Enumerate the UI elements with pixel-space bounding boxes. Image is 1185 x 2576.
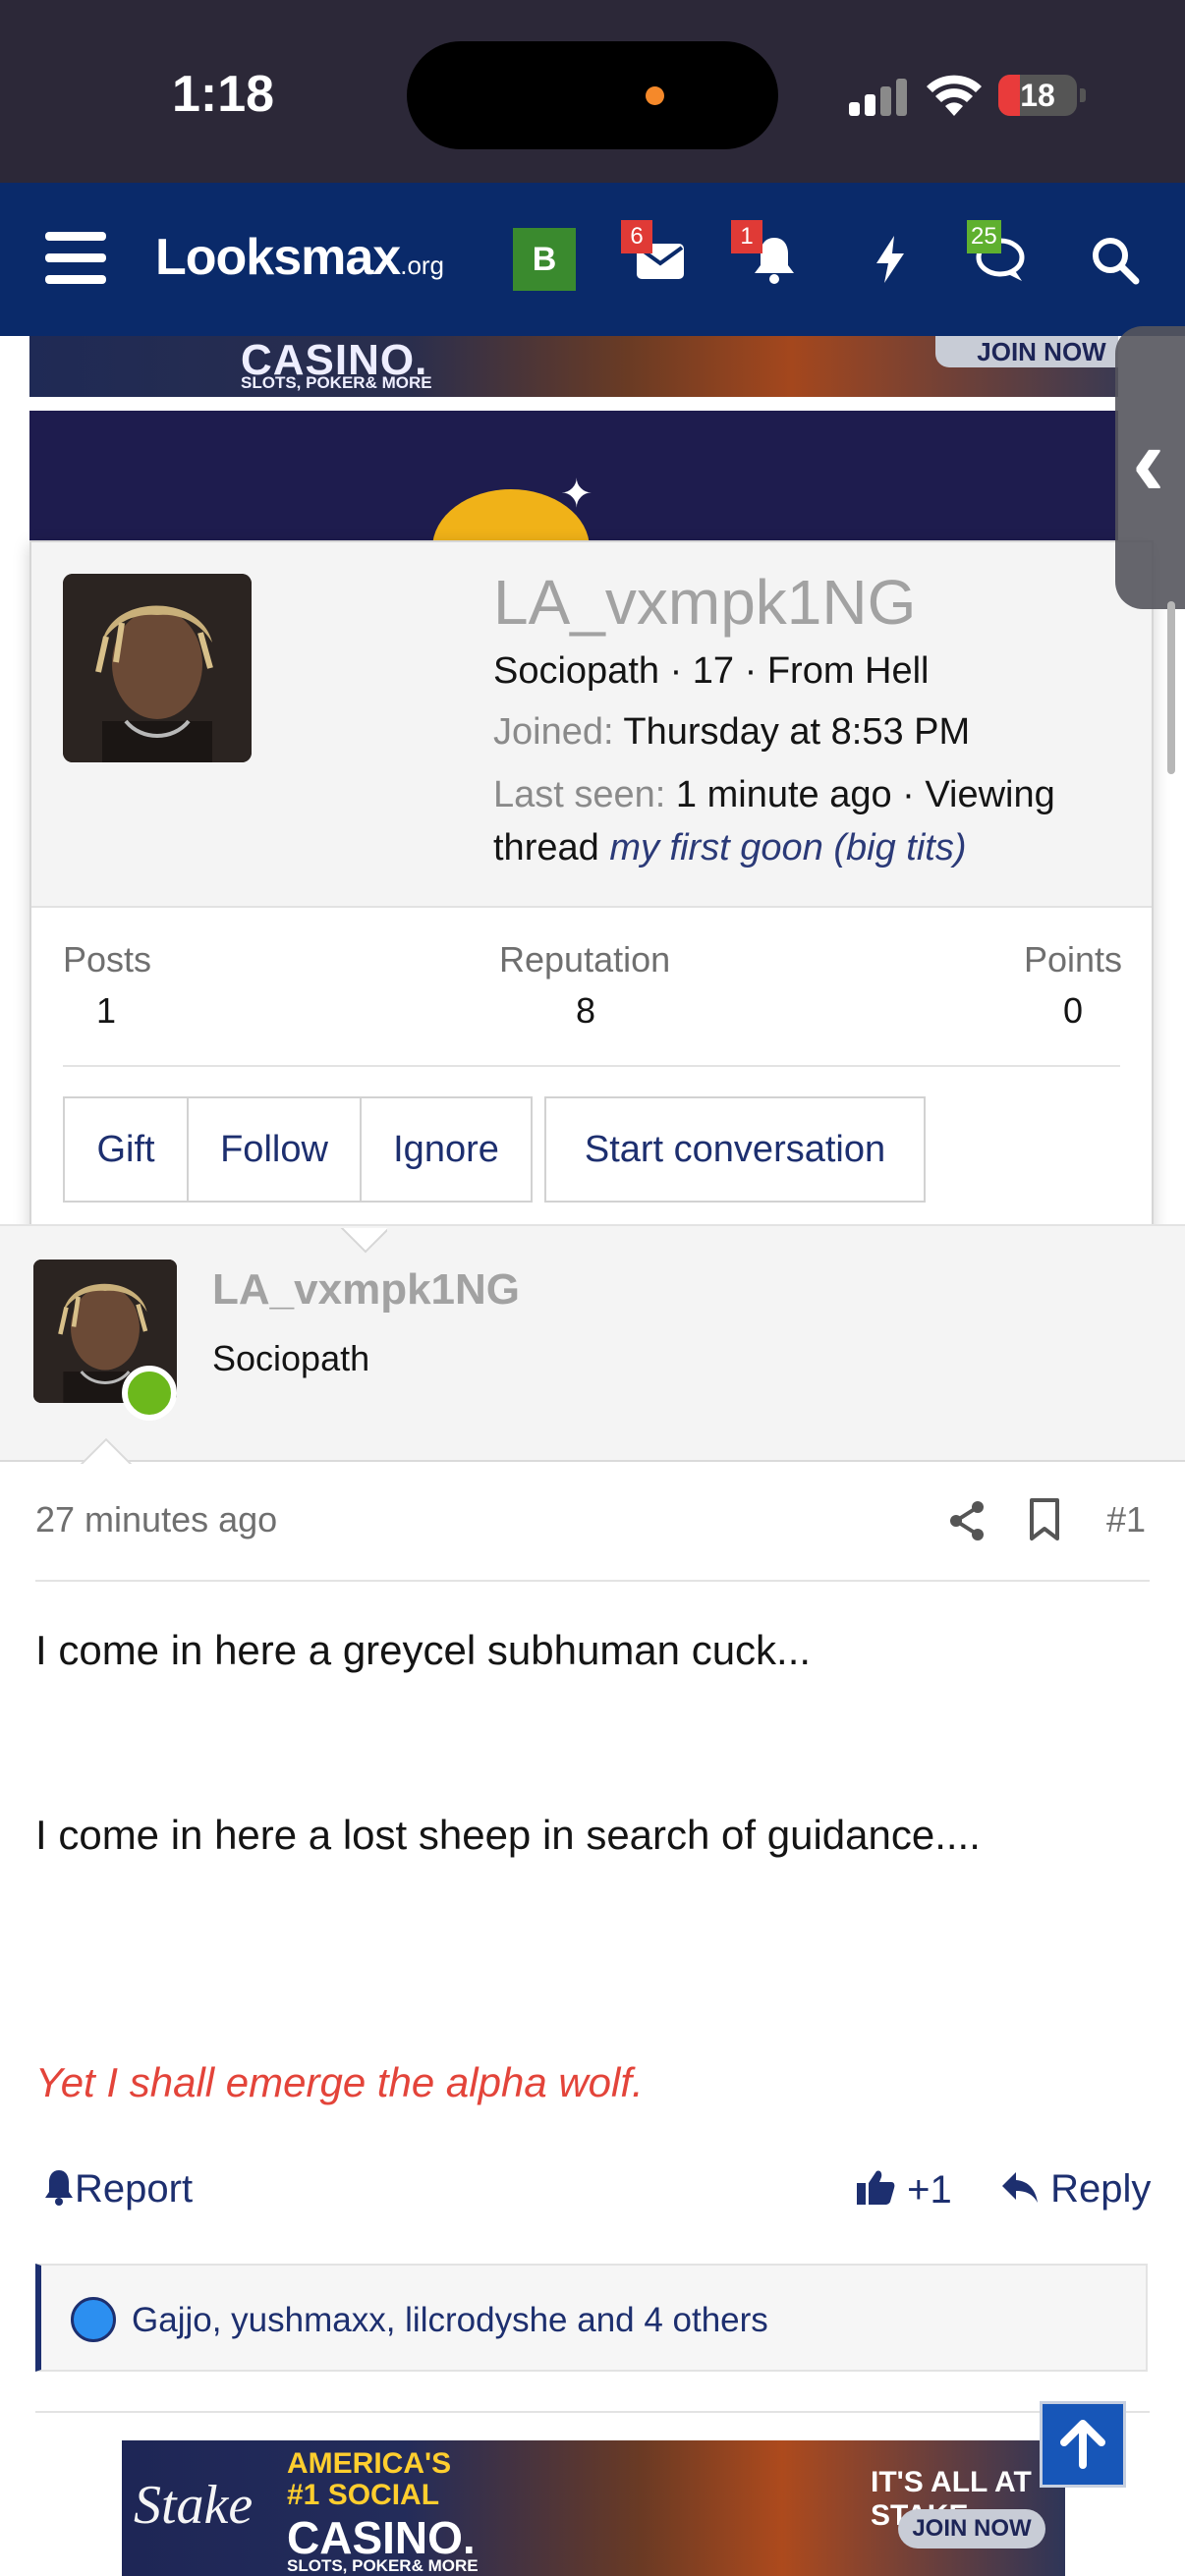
- member-card-header: LA_vxmpk1NG Sociopath · 17 · From Hell J…: [31, 542, 1152, 908]
- bell-icon: [45, 2170, 73, 2206]
- gift-button[interactable]: Gift: [63, 1096, 189, 1203]
- secondary-ad-banner[interactable]: ✦: [29, 411, 1118, 548]
- points-label: Points: [1024, 939, 1123, 980]
- site-logo[interactable]: Looksmax.org: [155, 228, 444, 287]
- post-body-line: I come in here a greycel subhuman cuck..…: [35, 1627, 812, 1673]
- reactions-bar: Gajjo, yushmaxx, lilcrodyshe and 4 other…: [35, 2264, 1148, 2372]
- post-author-title: Sociopath: [212, 1338, 370, 1378]
- viewing-thread-link[interactable]: my first goon (big tits): [609, 827, 966, 868]
- post-number-link[interactable]: #1: [1106, 1499, 1146, 1540]
- avatar-image: [63, 574, 252, 762]
- reputation-value: 8: [576, 990, 596, 1031]
- battery-indicator: 18: [998, 75, 1077, 116]
- last-seen-label: Last seen:: [493, 774, 666, 815]
- ad-star-graphic: ✦: [560, 473, 593, 516]
- logo-text: Looksmax: [155, 229, 401, 286]
- joined-value: Thursday at 8:53 PM: [623, 711, 971, 753]
- post-meta-divider: [35, 1580, 1150, 1582]
- member-avatar[interactable]: [63, 574, 252, 762]
- reply-label: Reply: [1050, 2167, 1152, 2211]
- member-tooltip-card: LA_vxmpk1NG Sociopath · 17 · From Hell J…: [29, 540, 1154, 1232]
- privacy-indicator-dot: [646, 86, 664, 105]
- ignore-button[interactable]: Ignore: [360, 1096, 533, 1203]
- points-value: 0: [1063, 990, 1084, 1031]
- ad-subtext: SLOTS, POKER& MORE: [241, 373, 432, 392]
- dynamic-island: [407, 41, 778, 149]
- online-status-indicator: [122, 1366, 177, 1421]
- bookmarks-button[interactable]: B: [513, 228, 576, 291]
- scroll-to-top-button[interactable]: [1040, 2401, 1126, 2488]
- bottom-casino-ad[interactable]: Stake AMERICA'S #1 SOCIAL CASINO. SLOTS,…: [122, 2440, 1065, 2576]
- post-user-header: [0, 1224, 1185, 1462]
- scrollbar-thumb[interactable]: [1167, 601, 1175, 774]
- arrow-up-icon: [1060, 2420, 1105, 2469]
- reactions-list-link[interactable]: Gajjo, yushmaxx, lilcrodyshe and 4 other…: [132, 2301, 768, 2340]
- member-joined-line: Joined: Thursday at 8:53 PM: [493, 711, 970, 754]
- post-body-line: I come in here a lost sheep in search of…: [35, 1812, 981, 1858]
- chats-badge: 25: [967, 220, 1001, 253]
- ad-join-button[interactable]: JOIN NOW: [935, 336, 1118, 367]
- like-button[interactable]: +1: [855, 2167, 952, 2212]
- member-viewing-line: thread my first goon (big tits): [493, 827, 967, 869]
- ad-headline: AMERICA'S #1 SOCIAL: [287, 2448, 451, 2511]
- viewing-prefix: thread: [493, 827, 599, 868]
- post-author-name[interactable]: LA_vxmpk1NG: [212, 1265, 520, 1315]
- member-name[interactable]: LA_vxmpk1NG: [493, 566, 916, 639]
- reputation-label: Reputation: [499, 939, 671, 980]
- battery-percent: 18: [1020, 78, 1055, 113]
- chevron-left-icon[interactable]: ‹: [1132, 413, 1164, 511]
- casino-ad-banner[interactable]: CASINO. SLOTS, POKER& MORE JOIN NOW: [29, 336, 1118, 397]
- joined-label: Joined:: [493, 711, 614, 753]
- follow-button[interactable]: Follow: [187, 1096, 362, 1203]
- ad-subtext: SLOTS, POKER& MORE: [287, 2556, 479, 2575]
- tooltip-pointer: [340, 1228, 387, 1258]
- start-conversation-button[interactable]: Start conversation: [544, 1096, 926, 1203]
- search-icon[interactable]: [1087, 232, 1142, 287]
- post-end-divider: [35, 2411, 1150, 2413]
- reply-icon: [1002, 2172, 1038, 2203]
- like-reaction-icon: [71, 2297, 116, 2342]
- last-seen-value: 1 minute ago · Viewing: [675, 774, 1055, 815]
- post-body-emphasis: Yet I shall emerge the alpha wolf.: [35, 2059, 644, 2105]
- ad-headline-line: #1 SOCIAL: [287, 2479, 440, 2511]
- like-count: +1: [907, 2168, 952, 2212]
- share-icon[interactable]: [947, 1499, 987, 1542]
- status-time: 1:18: [172, 66, 275, 123]
- thumbs-up-icon: [857, 2170, 895, 2205]
- battery-cap: [1080, 88, 1086, 102]
- post-timestamp[interactable]: 27 minutes ago: [35, 1499, 277, 1540]
- lightning-icon[interactable]: [863, 232, 918, 287]
- alerts-badge: 1: [731, 220, 762, 253]
- ad-join-button[interactable]: JOIN NOW: [898, 2509, 1045, 2548]
- report-label: Report: [75, 2167, 194, 2211]
- posts-value[interactable]: 1: [96, 990, 116, 1032]
- member-title-line: Sociopath · 17 · From Hell: [493, 650, 930, 692]
- ad-headline-line: AMERICA'S: [287, 2447, 452, 2480]
- ad-stake-logo: Stake: [134, 2475, 254, 2536]
- reply-button[interactable]: Reply: [1000, 2167, 1151, 2212]
- cellular-signal-icon: [849, 77, 908, 116]
- report-button[interactable]: Report: [43, 2167, 193, 2212]
- inbox-badge: 6: [621, 220, 652, 253]
- member-last-seen-line: Last seen: 1 minute ago · Viewing: [493, 774, 1055, 816]
- top-nav-bar: Looksmax.org B 6 1 25: [0, 183, 1185, 336]
- stats-divider: [63, 1065, 1120, 1067]
- post-header-pointer: [77, 1432, 132, 1464]
- wifi-icon: [927, 75, 982, 116]
- posts-label: Posts: [63, 939, 152, 980]
- menu-icon[interactable]: [45, 230, 106, 285]
- logo-suffix: .org: [400, 251, 445, 280]
- bookmark-icon[interactable]: [1028, 1497, 1061, 1542]
